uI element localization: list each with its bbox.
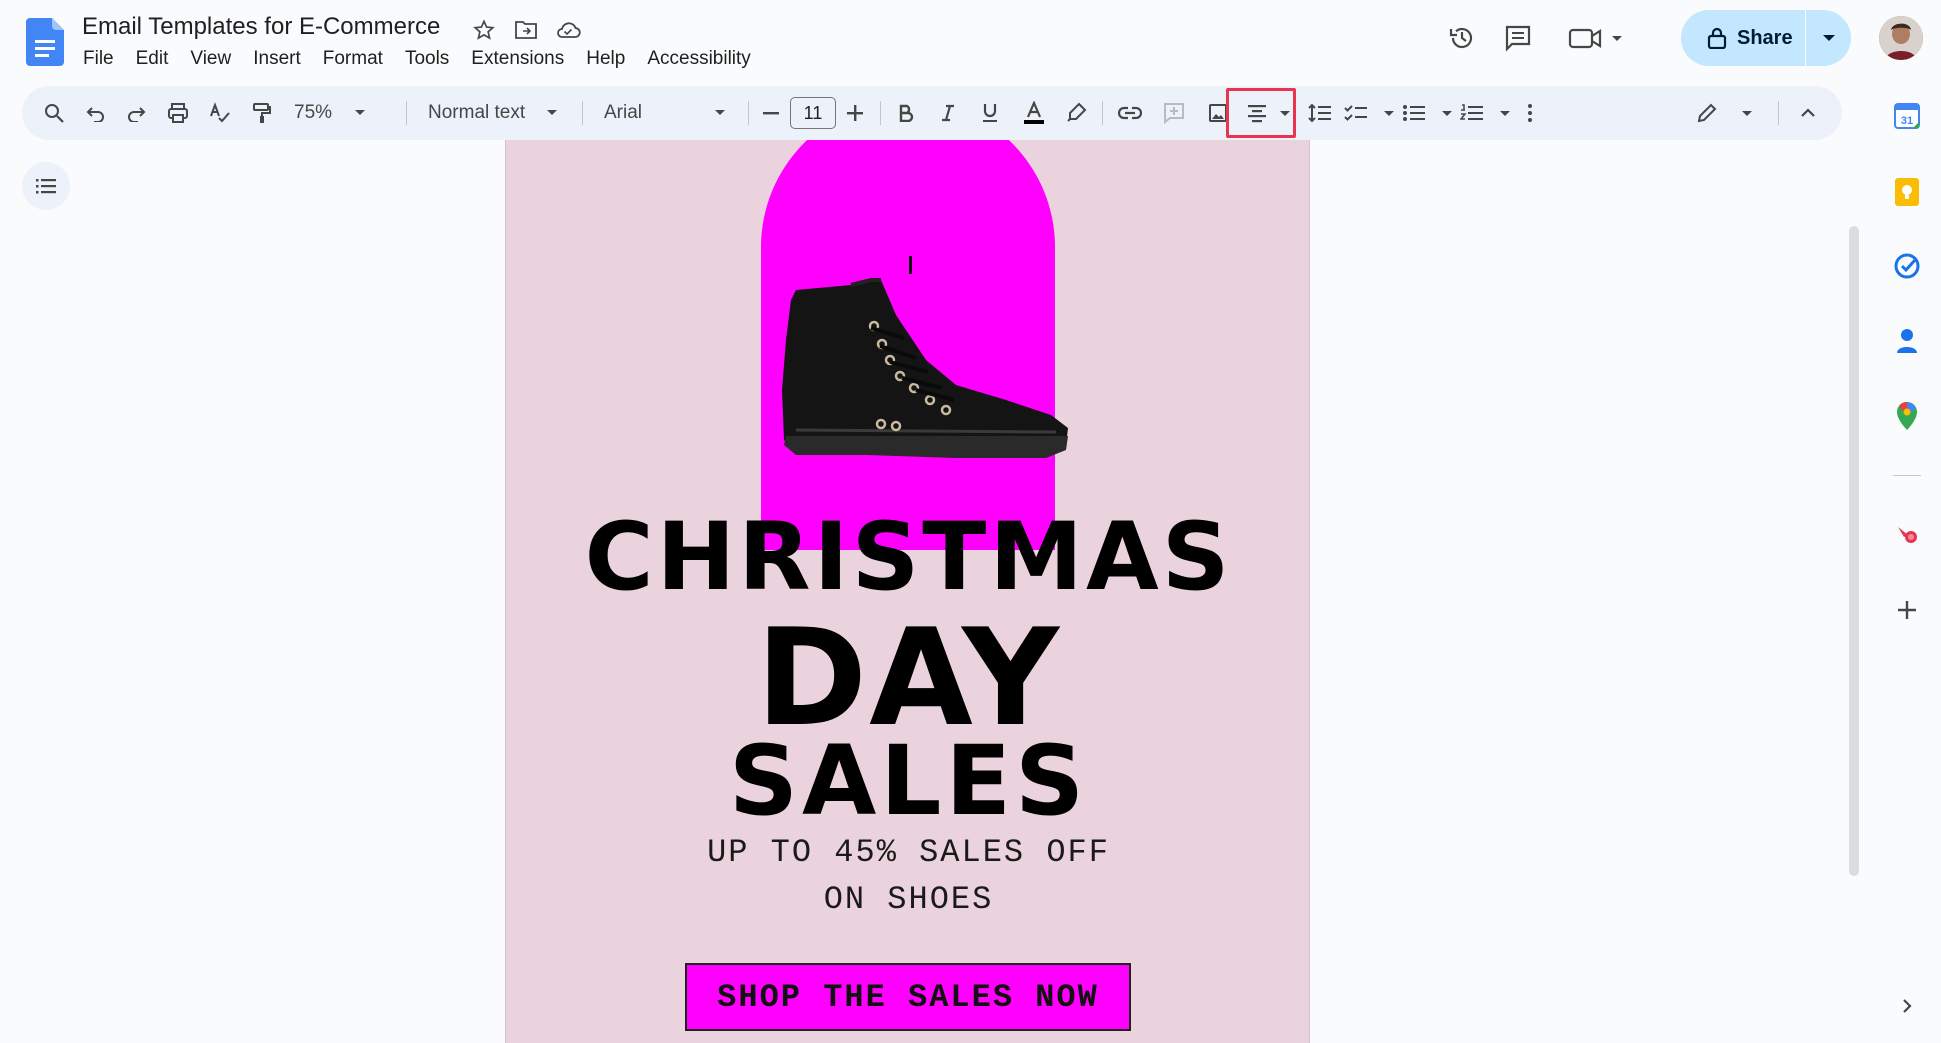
google-docs-window: Email Templates for E-Commerce File Edit… [0,0,1941,1043]
paint-format-icon[interactable] [244,95,280,131]
font-size-input[interactable]: 11 [790,97,836,129]
document-title[interactable]: Email Templates for E-Commerce [82,13,440,41]
editing-mode-button[interactable] [1696,95,1752,131]
toolbar-divider [880,101,881,125]
outline-list-icon [36,179,56,194]
underline-icon[interactable] [972,95,1008,131]
italic-icon[interactable] [930,95,966,131]
caret-down-icon [1822,35,1835,41]
docs-logo-icon[interactable] [26,18,64,66]
get-addons-icon[interactable] [1887,590,1927,630]
redo-icon[interactable] [118,95,154,131]
menu-accessibility[interactable]: Accessibility [636,46,761,72]
caret-down-icon [1500,110,1510,116]
header-actions: Share [1441,10,1941,66]
maps-icon[interactable] [1887,396,1927,436]
addon-icon[interactable] [1887,514,1927,554]
spellcheck-icon[interactable] [202,95,238,131]
document-outline-button[interactable] [22,162,70,210]
search-menus-icon[interactable] [36,95,72,131]
bulleted-list-button[interactable] [1402,95,1452,131]
paragraph-style-value: Normal text [428,102,526,123]
menu-format[interactable]: Format [312,46,394,72]
decrease-font-size-icon[interactable] [756,95,786,131]
keep-icon[interactable] [1887,172,1927,212]
toolbar-divider [406,101,407,125]
highlight-color-icon[interactable] [1058,95,1094,131]
increase-font-size-icon[interactable] [840,95,870,131]
zoom-select[interactable]: 75% [290,95,370,131]
share-button-group: Share [1681,10,1851,66]
caret-down-icon [1742,110,1752,116]
tasks-icon[interactable] [1887,246,1927,286]
print-icon[interactable] [160,95,196,131]
headline-sales: SALES [728,725,1089,837]
toolbar-divider [1102,101,1103,125]
font-family-select[interactable]: Arial [598,95,732,131]
subtext-discount: UP TO 45% SALES OFF [707,834,1110,871]
formatting-toolbar: 75% Normal text Arial 11 [22,86,1842,140]
caret-down-icon [547,110,557,115]
share-label: Share [1737,26,1793,49]
svg-text:31: 31 [1901,115,1913,127]
cloud-saved-icon[interactable] [554,16,582,44]
star-icon[interactable] [470,16,498,44]
lock-icon [1707,27,1727,49]
menu-bar: File Edit View Insert Format Tools Exten… [72,46,762,72]
more-options-icon[interactable] [1518,95,1542,131]
bold-icon[interactable] [888,95,924,131]
menu-insert[interactable]: Insert [242,46,312,72]
side-panel-divider [1893,475,1921,476]
calendar-icon[interactable]: 31 [1887,96,1927,136]
paragraph-style-select[interactable]: Normal text [422,95,564,131]
text-cursor [909,256,912,274]
menu-view[interactable]: View [179,46,242,72]
document-page[interactable]: CHRISTMAS DAY SALES UP TO 45% SALES OFF … [505,140,1310,1043]
vertical-scrollbar[interactable] [1849,226,1859,876]
text-color-icon[interactable] [1016,95,1052,131]
caret-down-icon [1442,110,1452,116]
title-actions [470,16,582,44]
sneaker-image[interactable] [756,240,1076,470]
align-tool-highlight [1226,88,1296,138]
menu-edit[interactable]: Edit [125,46,180,72]
share-dropdown-button[interactable] [1806,10,1851,66]
subtext-on-shoes: ON SHOES [823,881,994,918]
numbered-list-button[interactable] [1460,95,1510,131]
top-bar: Email Templates for E-Commerce File Edit… [0,0,1941,82]
avatar[interactable] [1879,16,1923,60]
checklist-icon [1344,105,1367,121]
side-panel: 31 [1875,90,1941,1043]
contacts-icon[interactable] [1887,320,1927,360]
comments-icon[interactable] [1498,18,1538,58]
toolbar-divider [1778,101,1779,125]
toolbar-divider [582,101,583,125]
caret-down-icon [355,110,365,115]
insert-link-icon[interactable] [1112,95,1148,131]
expand-panel-icon[interactable] [1887,986,1927,1026]
menu-extensions[interactable]: Extensions [460,46,575,72]
undo-icon[interactable] [78,95,114,131]
menu-tools[interactable]: Tools [394,46,460,72]
meet-icon[interactable] [1559,18,1633,58]
hide-menus-icon[interactable] [1790,95,1826,131]
line-spacing-icon[interactable] [1302,95,1338,131]
bulleted-list-icon [1403,105,1425,121]
caret-down-icon [1384,110,1394,116]
menu-file[interactable]: File [72,46,125,72]
zoom-value: 75% [294,102,333,123]
share-button[interactable]: Share [1681,10,1805,66]
numbered-list-icon [1460,104,1483,120]
menu-help[interactable]: Help [575,46,636,72]
toolbar-divider [748,101,749,125]
add-comment-icon[interactable] [1156,95,1192,131]
caret-down-icon [715,110,725,115]
font-family-value: Arial [604,102,643,123]
shop-sales-button[interactable]: SHOP THE SALES NOW [685,963,1131,1031]
version-history-icon[interactable] [1442,18,1482,58]
checklist-button[interactable] [1344,95,1394,131]
headline-christmas: CHRISTMAS [584,503,1233,612]
move-folder-icon[interactable] [512,16,540,44]
pencil-icon [1697,103,1717,123]
